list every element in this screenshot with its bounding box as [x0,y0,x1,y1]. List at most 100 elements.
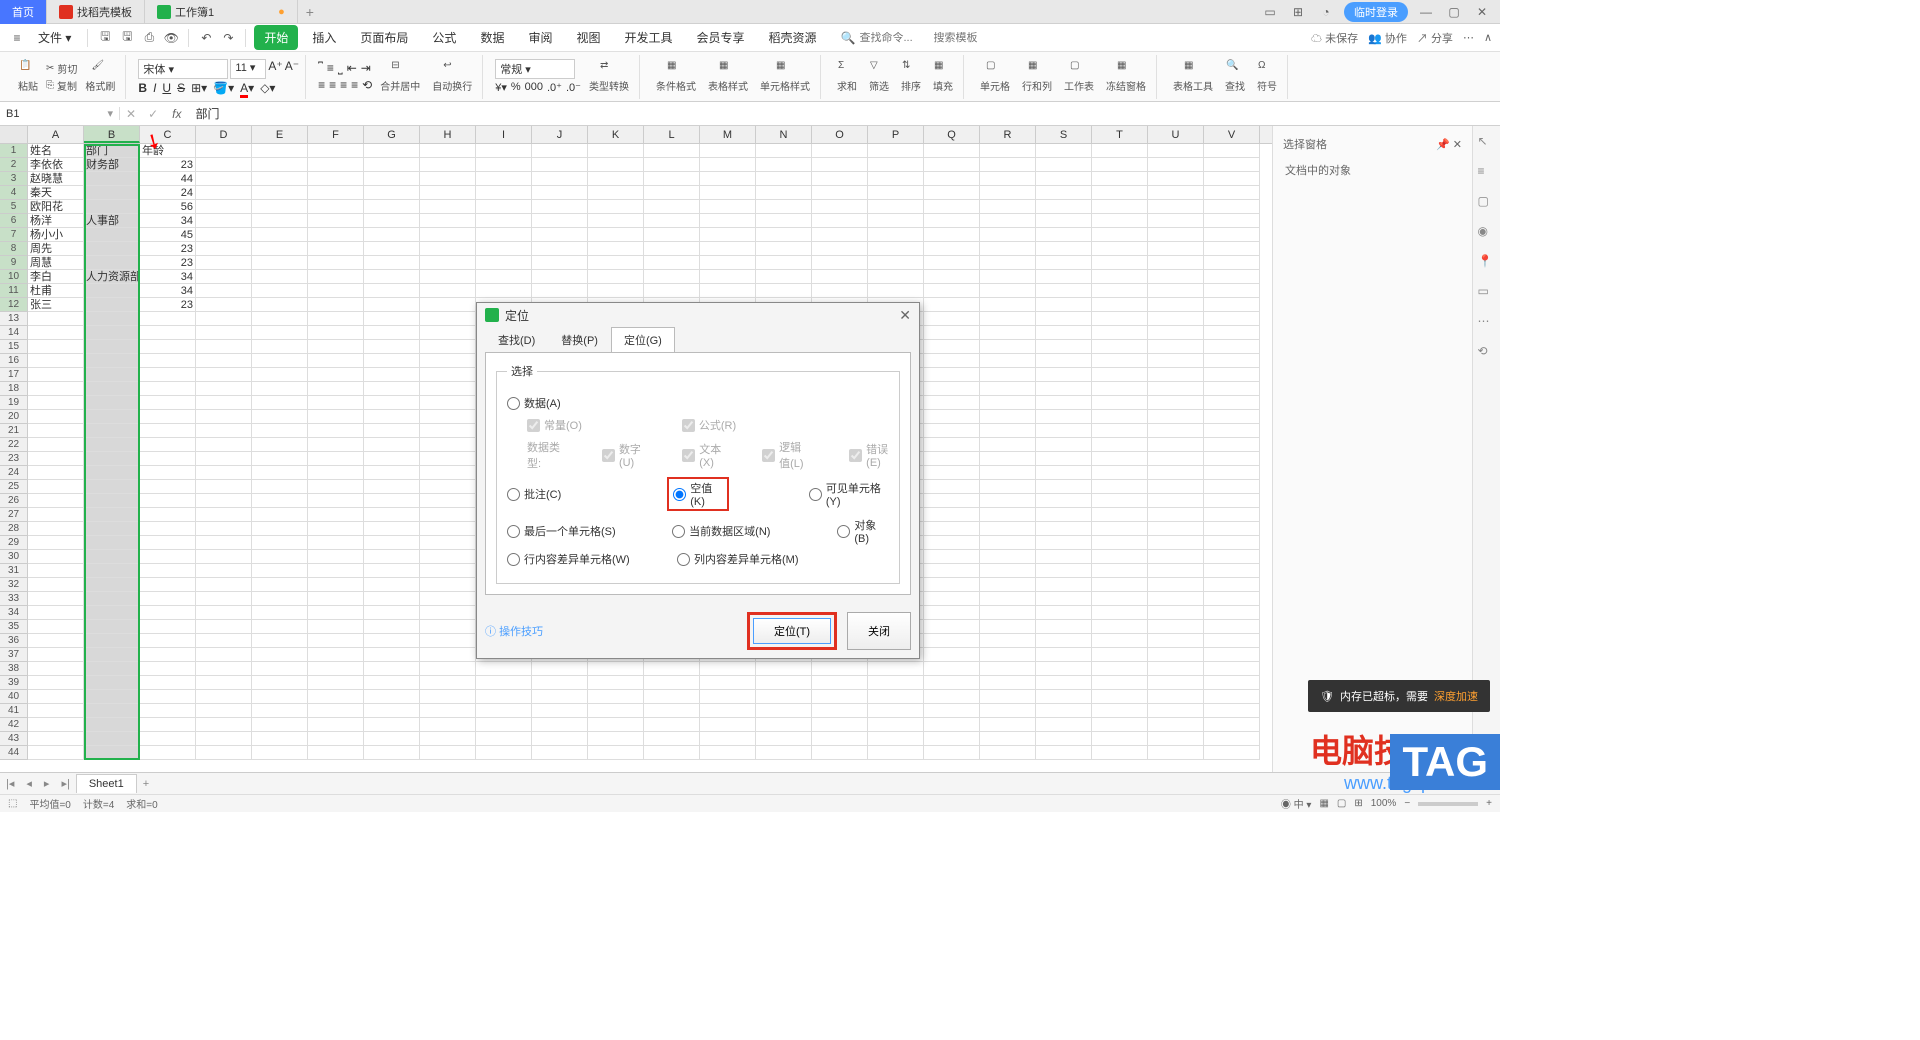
cell[interactable] [364,452,420,466]
cell[interactable]: 李依依 [28,158,84,172]
cell[interactable] [364,704,420,718]
cell[interactable] [196,662,252,676]
cell[interactable] [28,396,84,410]
cell[interactable] [364,270,420,284]
cell[interactable] [924,438,980,452]
cell[interactable] [812,242,868,256]
cell[interactable] [980,186,1036,200]
cell[interactable] [1148,354,1204,368]
cell[interactable] [196,620,252,634]
cell[interactable] [1092,480,1148,494]
cell[interactable] [420,438,476,452]
cell[interactable] [1148,340,1204,354]
cell[interactable] [756,662,812,676]
cell[interactable] [1148,564,1204,578]
cell[interactable] [308,298,364,312]
cell[interactable] [1092,662,1148,676]
opt-coldiff[interactable]: 列内容差异单元格(M) [677,551,799,567]
cell[interactable] [924,620,980,634]
cell[interactable] [196,186,252,200]
cell[interactable] [364,662,420,676]
cell[interactable] [140,466,196,480]
cell[interactable] [28,746,84,760]
align-center[interactable]: ≡ [329,78,336,92]
cell[interactable] [84,620,140,634]
cell[interactable] [308,144,364,158]
cell[interactable] [700,172,756,186]
cell[interactable] [980,522,1036,536]
cell[interactable] [196,354,252,368]
cell[interactable] [924,508,980,522]
cell[interactable] [532,228,588,242]
cell[interactable] [924,186,980,200]
cell[interactable] [28,732,84,746]
cell[interactable] [924,396,980,410]
share-button[interactable]: ↗ 分享 [1417,30,1453,46]
cell[interactable] [588,690,644,704]
cell[interactable] [924,144,980,158]
cell[interactable] [644,256,700,270]
cell[interactable] [980,284,1036,298]
col-header-F[interactable]: F [308,126,364,143]
cell[interactable] [252,606,308,620]
cell[interactable] [420,354,476,368]
dialog-tip[interactable]: ⓘ 操作技巧 [485,623,543,639]
cell[interactable] [1036,480,1092,494]
cell[interactable]: 34 [140,270,196,284]
cell[interactable] [868,172,924,186]
cell[interactable] [1148,550,1204,564]
cell[interactable] [868,228,924,242]
dialog-tab-find[interactable]: 查找(D) [485,327,548,353]
cell[interactable] [84,396,140,410]
row-header[interactable]: 13 [0,312,28,326]
cell[interactable] [84,368,140,382]
cell[interactable] [1036,718,1092,732]
cell[interactable]: 年龄 [140,144,196,158]
cell[interactable] [700,242,756,256]
col-header-T[interactable]: T [1092,126,1148,143]
cell[interactable] [1204,620,1260,634]
cell[interactable] [980,228,1036,242]
cell[interactable] [308,746,364,760]
merge-button[interactable]: ⊟合并居中 [376,58,424,95]
tab-add[interactable]: + [298,4,322,20]
col-header-G[interactable]: G [364,126,420,143]
cell[interactable] [1148,606,1204,620]
cell[interactable] [28,536,84,550]
cell[interactable]: 杨小小 [28,228,84,242]
row-header[interactable]: 29 [0,536,28,550]
cell[interactable] [420,718,476,732]
cell[interactable] [1092,648,1148,662]
side-book-icon[interactable]: ▭ [1478,284,1496,302]
cell[interactable]: 部门 [84,144,140,158]
cell[interactable] [588,284,644,298]
cell[interactable] [1148,718,1204,732]
cell[interactable] [196,382,252,396]
cell[interactable] [196,648,252,662]
cell[interactable] [1036,578,1092,592]
cell[interactable] [1092,452,1148,466]
cell[interactable]: 45 [140,228,196,242]
cell[interactable] [812,676,868,690]
cell[interactable] [924,676,980,690]
strike-button[interactable]: S [177,81,185,95]
cell[interactable] [1036,592,1092,606]
cell[interactable] [924,172,980,186]
cell[interactable] [420,480,476,494]
cell[interactable] [308,340,364,354]
cell[interactable] [588,158,644,172]
copy-button[interactable]: ⎘ 复制 [46,78,77,93]
comma-icon[interactable]: 000 [525,81,543,94]
cell[interactable] [364,564,420,578]
cell[interactable] [28,564,84,578]
cell[interactable] [420,564,476,578]
row-header[interactable]: 44 [0,746,28,760]
cell[interactable] [308,354,364,368]
currency-icon[interactable]: ¥▾ [495,81,507,94]
cell[interactable] [28,662,84,676]
cell[interactable] [1204,298,1260,312]
cell[interactable] [1204,312,1260,326]
side-help-icon[interactable]: ⟲ [1478,344,1496,362]
cell[interactable] [252,704,308,718]
cell[interactable]: 23 [140,242,196,256]
